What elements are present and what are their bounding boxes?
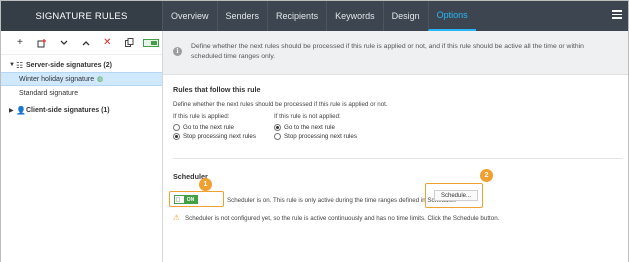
sidebar-title: SIGNATURE RULES [1,1,162,31]
sidebar-item-standard[interactable]: Standard signature [1,86,162,100]
callout-badge-1: 1 [199,178,212,191]
schedule-button-highlight: Schedule... [425,183,483,208]
info-icon: i [173,47,182,56]
add-to-group-icon[interactable] [31,33,53,53]
radio-button[interactable] [173,124,180,131]
scheduled-icon: ◍ [97,76,104,83]
applied-go-next-radio[interactable]: Go to the next rule [173,124,234,131]
tab-design[interactable]: Design [382,1,428,31]
tab-overview[interactable]: Overview [162,1,217,31]
section-divider [173,158,623,159]
client-side-group-label: Client-side signatures (1) [26,106,110,114]
radio-label: Go to the next rule [183,124,234,131]
sidebar-item-label: Standard signature [19,89,79,97]
radio-label: Stop processing next rules [284,133,357,140]
enable-toggle-icon[interactable] [140,33,162,53]
sidebar-toolbar: + ✕ [1,31,162,55]
scheduler-toggle[interactable]: ON [174,195,198,204]
radio-label: Stop processing next rules [183,133,256,140]
move-down-icon[interactable] [53,33,75,53]
schedule-button[interactable]: Schedule... [434,190,478,201]
main-panel: i Define whether the next rules should b… [163,31,628,262]
tab-keywords[interactable]: Keywords [326,1,383,31]
tab-senders[interactable]: Senders [216,1,268,31]
radio-button[interactable] [274,133,281,140]
toggle-on-label: ON [184,196,197,203]
user-icon: 👤 [16,105,26,115]
info-banner: i Define whether the next rules should b… [163,31,628,75]
delete-icon[interactable]: ✕ [96,33,118,53]
applied-label: If this rule is applied: [173,113,230,120]
tab-recipients[interactable]: Recipients [267,1,326,31]
menu-icon[interactable] [612,10,622,19]
server-side-group[interactable]: ▼ ☷ Server-side signatures (2) [1,58,162,72]
info-text: Define whether the next rules should be … [191,43,584,60]
radio-label: Go to the next rule [284,124,335,131]
scheduler-toggle-highlight: ON [169,191,224,207]
rules-follow-description: Define whether the next rules should be … [173,101,388,108]
expand-arrow-icon: ▶ [9,107,14,114]
rules-follow-title: Rules that follow this rule [173,85,261,94]
copy-icon[interactable] [118,33,140,53]
callout-badge-2: 2 [480,169,493,182]
top-bar: SIGNATURE RULES Overview Senders Recipie… [1,1,628,31]
sidebar-item-winter-holiday[interactable]: Winter holiday signature ◍ [1,72,162,86]
server-side-group-label: Server-side signatures (2) [26,61,112,69]
applied-stop-radio[interactable]: Stop processing next rules [173,133,256,140]
not-applied-go-next-radio[interactable]: Go to the next rule [274,124,335,131]
tab-options[interactable]: Options [427,1,476,31]
not-applied-stop-radio[interactable]: Stop processing next rules [274,133,357,140]
sidebar: + ✕ ▼ ☷ Server-side signatures (2) Winte… [1,31,163,262]
app-window: SIGNATURE RULES Overview Senders Recipie… [0,0,629,262]
move-up-icon[interactable] [75,33,97,53]
server-icon: ☷ [16,60,24,70]
radio-button[interactable] [274,124,281,131]
not-applied-label: If this rule is not applied: [274,113,341,120]
tab-bar: Overview Senders Recipients Keywords Des… [162,1,476,31]
sidebar-item-label: Winter holiday signature [19,75,95,83]
scheduler-status-text: Scheduler is on. This rule is only activ… [227,197,457,204]
collapse-arrow-icon: ▼ [9,62,15,68]
radio-button[interactable] [173,133,180,140]
client-side-group[interactable]: ▶ 👤 Client-side signatures (1) [1,103,162,117]
warning-icon: ⚠ [173,213,180,222]
scheduler-warning-text: Scheduler is not configured yet, so the … [185,215,500,222]
add-icon[interactable]: + [9,33,31,53]
